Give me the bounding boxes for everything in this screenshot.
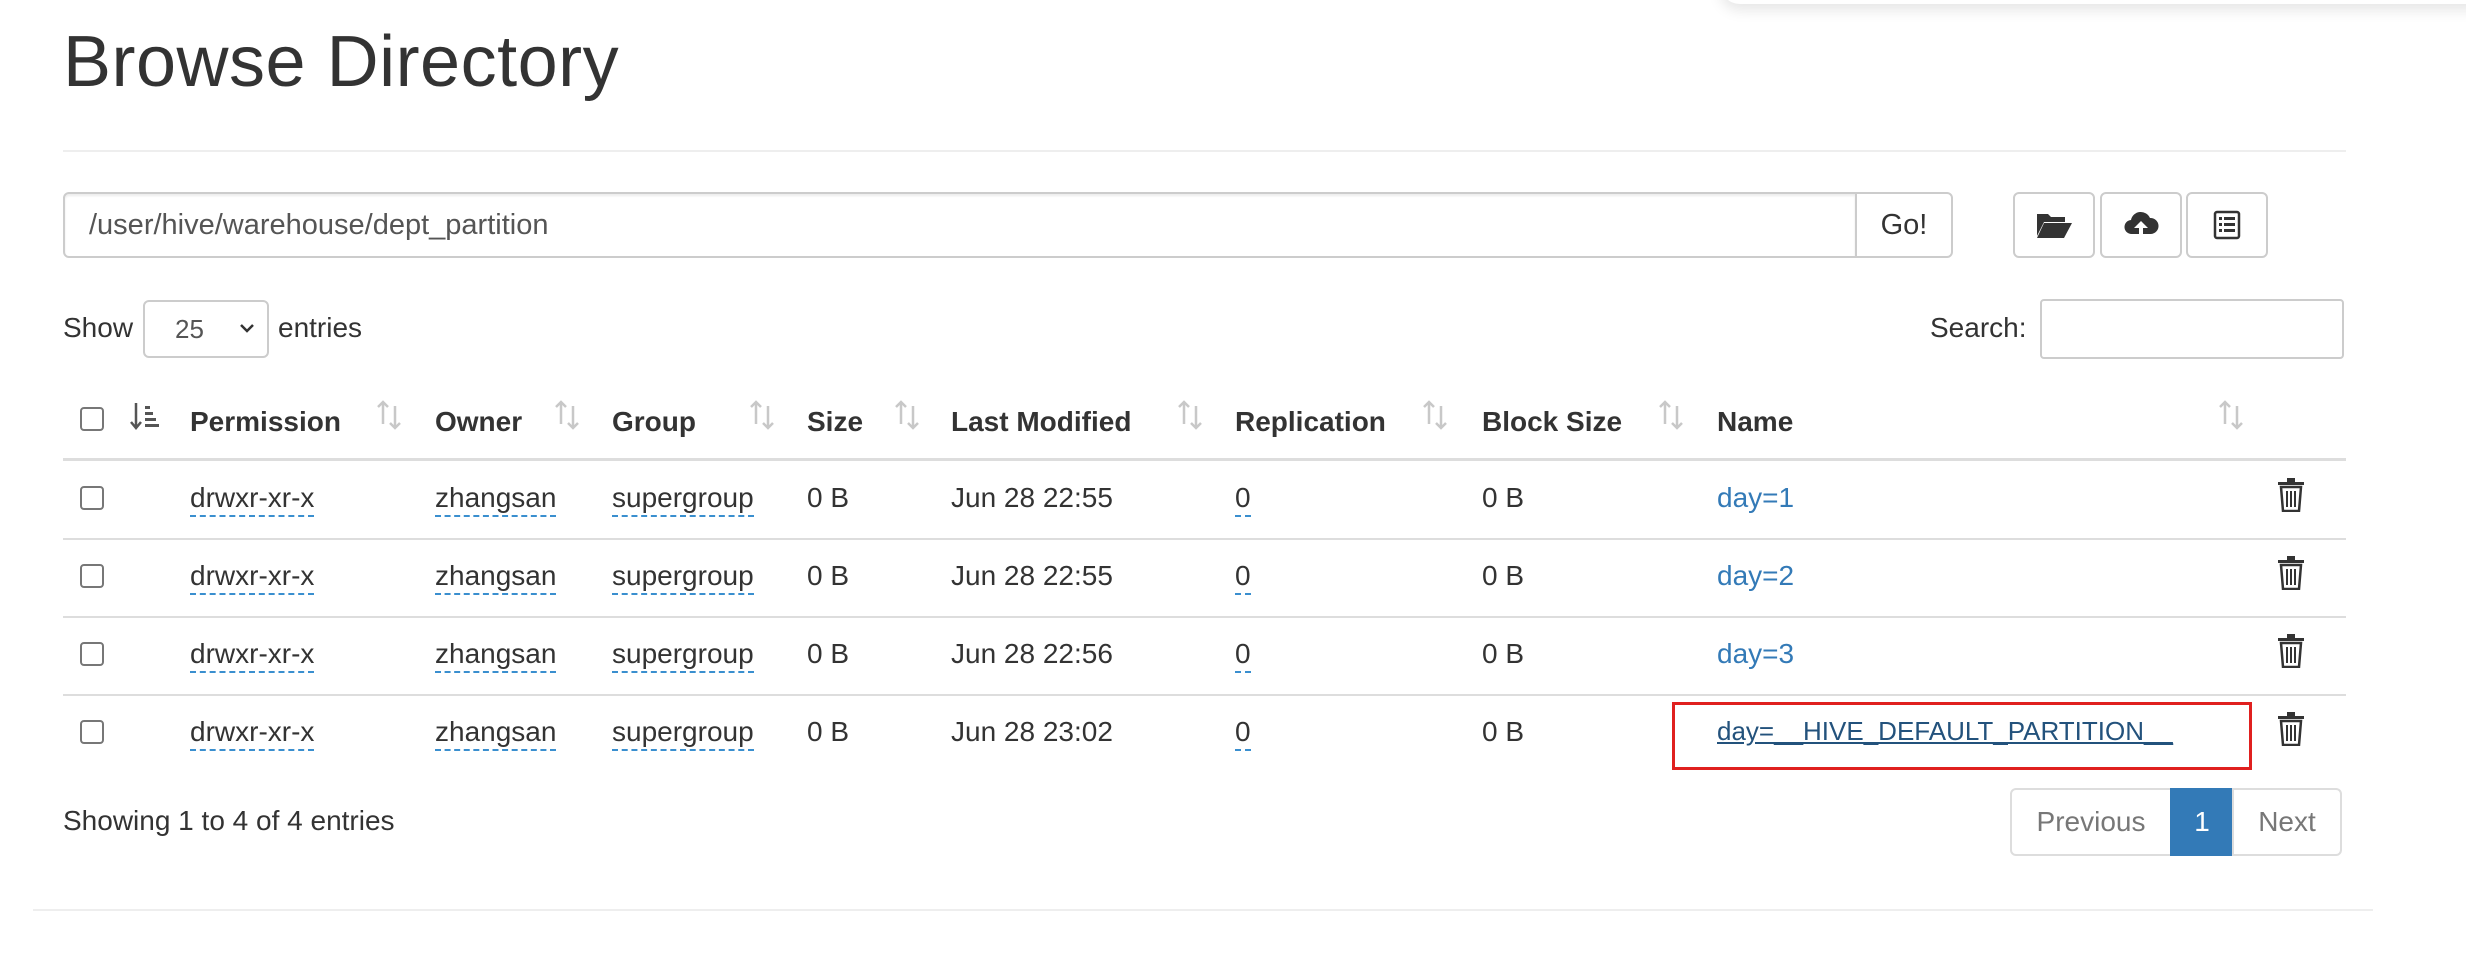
modified-cell: Jun 28 22:55 [951,482,1113,513]
row-divider [63,538,2346,540]
replication-cell[interactable]: 0 [1235,638,1251,673]
trash-icon[interactable] [2277,556,2305,590]
go-button[interactable]: Go! [1855,192,1953,258]
owner-cell[interactable]: zhangsan [435,482,557,517]
permission-cell[interactable]: drwxr-xr-x [190,716,315,751]
group-cell[interactable]: supergroup [612,560,754,595]
previous-page-button[interactable]: Previous [2010,788,2172,856]
replication-cell[interactable]: 0 [1235,716,1251,751]
row-checkbox[interactable] [80,720,104,744]
group-cell[interactable]: supergroup [612,638,754,673]
row-divider [63,694,2346,696]
page-1-button[interactable]: 1 [2170,788,2234,856]
sort-icon[interactable] [1656,400,1686,430]
sort-icon[interactable] [747,400,777,430]
sort-icon[interactable] [1175,400,1205,430]
search-label: Search: [1930,312,2027,343]
top-right-shadow [1720,0,2466,4]
trash-icon[interactable] [2277,634,2305,668]
sort-icon[interactable] [552,400,582,430]
permission-cell[interactable]: drwxr-xr-x [190,638,315,673]
block-size-cell: 0 B [1482,716,1525,747]
size-cell: 0 B [807,716,850,747]
row-checkbox[interactable] [80,564,104,588]
column-header-name[interactable]: Name [1717,406,1793,438]
size-cell: 0 B [807,482,850,513]
permission-cell[interactable]: drwxr-xr-x [190,482,315,517]
folder-open-icon [2037,214,2072,238]
row-checkbox[interactable] [80,486,104,510]
entries-label: entries [278,312,363,343]
modified-cell: Jun 28 23:02 [951,716,1113,747]
column-header-permission[interactable]: Permission [190,406,341,438]
block-size-cell: 0 B [1482,482,1525,513]
chevron-down-icon [240,324,254,333]
row-divider [63,616,2346,618]
directory-path-input[interactable] [63,192,1857,258]
modified-cell: Jun 28 22:56 [951,638,1113,669]
column-header-size[interactable]: Size [807,406,863,438]
replication-cell[interactable]: 0 [1235,560,1251,595]
column-header-block-size[interactable]: Block Size [1482,406,1622,438]
entries-selected-value: 25 [175,313,204,344]
block-size-cell: 0 B [1482,560,1525,591]
sort-icon[interactable] [2216,400,2246,430]
owner-cell[interactable]: zhangsan [435,560,557,595]
column-header-owner[interactable]: Owner [435,406,522,438]
sort-amount-icon[interactable] [130,401,160,433]
modified-cell: Jun 28 22:55 [951,560,1113,591]
footer-divider [33,909,2373,911]
title-divider [63,150,2346,152]
table-header-divider [63,458,2346,461]
select-all-checkbox[interactable] [80,407,104,431]
name-link[interactable]: day=3 [1717,638,1794,670]
sort-icon[interactable] [374,400,404,430]
owner-cell[interactable]: zhangsan [435,638,557,673]
search-input[interactable] [2040,299,2344,359]
cut-paste-button[interactable] [2186,192,2268,258]
name-link[interactable]: day=2 [1717,560,1794,592]
column-header-replication[interactable]: Replication [1235,406,1386,438]
replication-cell[interactable]: 0 [1235,482,1251,517]
owner-cell[interactable]: zhangsan [435,716,557,751]
sort-icon[interactable] [1420,400,1450,430]
next-page-button[interactable]: Next [2232,788,2342,856]
entries-per-page-select[interactable]: 25 [143,300,269,358]
size-cell: 0 B [807,560,850,591]
page-title: Browse Directory [63,22,620,102]
list-icon [2213,210,2241,240]
group-cell[interactable]: supergroup [612,716,754,751]
column-header-group[interactable]: Group [612,406,696,438]
highlight-annotation-box [1672,702,2252,770]
cloud-upload-icon [2124,211,2159,236]
trash-icon[interactable] [2277,478,2305,512]
create-directory-button[interactable] [2013,192,2095,258]
pagination: Previous 1 Next [2010,788,2342,856]
show-label: Show [63,312,134,343]
upload-button[interactable] [2100,192,2182,258]
column-header-last-modified[interactable]: Last Modified [951,406,1131,438]
table-info-text: Showing 1 to 4 of 4 entries [63,805,395,836]
block-size-cell: 0 B [1482,638,1525,669]
name-link[interactable]: day=1 [1717,482,1794,514]
row-checkbox[interactable] [80,642,104,666]
sort-icon[interactable] [892,400,922,430]
group-cell[interactable]: supergroup [612,482,754,517]
permission-cell[interactable]: drwxr-xr-x [190,560,315,595]
size-cell: 0 B [807,638,850,669]
trash-icon[interactable] [2277,712,2305,746]
